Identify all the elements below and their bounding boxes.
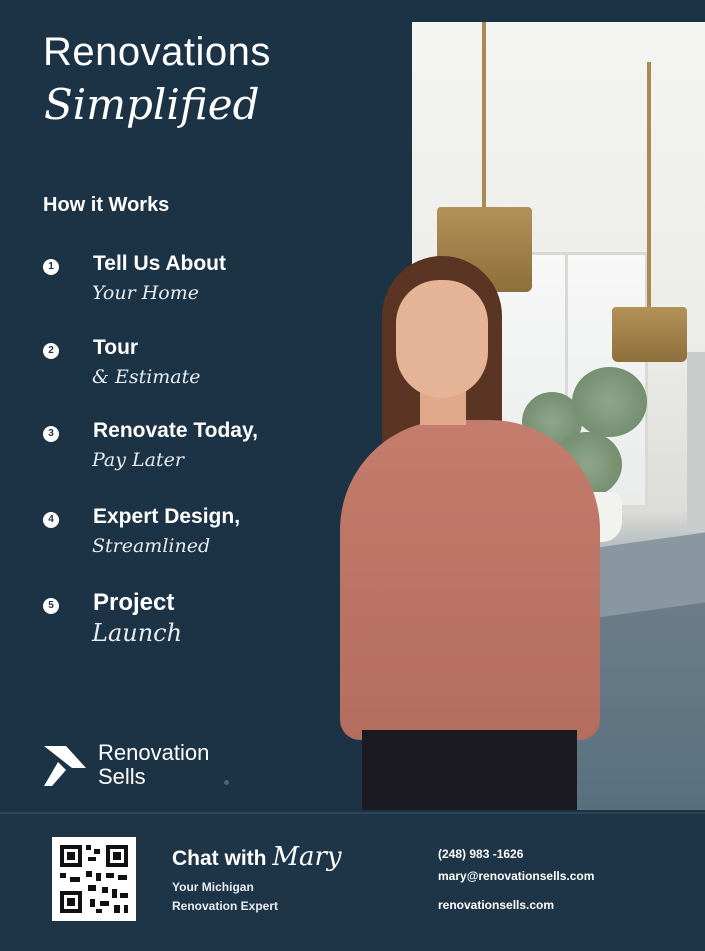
person-sweater xyxy=(340,420,600,740)
flyer-page: Renovations Simplified How it Works 1 Te… xyxy=(0,0,705,951)
step-title: Expert Design, xyxy=(93,505,241,528)
step-subtitle: Your Home xyxy=(92,282,199,304)
step-subtitle: Streamlined xyxy=(92,535,211,557)
step-title: Renovate Today, xyxy=(93,419,258,442)
renovation-sells-logo-icon xyxy=(44,746,86,786)
website-link[interactable]: renovationsells.com xyxy=(438,898,554,912)
brand-name: Renovation Sells xyxy=(98,741,209,789)
person-face xyxy=(396,280,488,398)
step-number: 5 xyxy=(43,598,59,614)
brand-line1: Renovation xyxy=(98,740,210,765)
step-subtitle: & Estimate xyxy=(92,366,201,388)
plant-leaves xyxy=(572,367,647,437)
agent-name: Mary xyxy=(272,842,342,872)
email-link[interactable]: mary@renovationsells.com xyxy=(438,869,594,883)
chat-prefix: Chat with xyxy=(172,847,267,870)
pendant-lamp-right xyxy=(612,307,687,362)
step-number: 4 xyxy=(43,512,59,528)
step-title: Tour xyxy=(93,336,139,359)
how-it-works-label: How it Works xyxy=(43,194,170,216)
brand-line2: Sells xyxy=(98,764,146,789)
role-line1: Your Michigan xyxy=(172,880,254,894)
chat-heading: Chat with Mary xyxy=(172,842,342,872)
step-subtitle: Pay Later xyxy=(92,449,184,471)
role-line2: Renovation Expert xyxy=(172,899,279,913)
step-number: 2 xyxy=(43,343,59,359)
phone-number[interactable]: (248) 983 -1626 xyxy=(438,847,523,861)
headline: Renovations xyxy=(43,30,271,74)
step-number: 3 xyxy=(43,426,59,442)
person-pants xyxy=(362,730,577,810)
step-title: Project xyxy=(93,589,175,616)
qr-code[interactable] xyxy=(52,837,136,921)
pendant-rod-right xyxy=(647,62,651,312)
step-subtitle: Launch xyxy=(92,619,183,647)
step-title: Tell Us About xyxy=(93,252,226,275)
decorative-dot xyxy=(224,780,229,785)
pendant-rod-left xyxy=(482,22,486,212)
qr-code-icon xyxy=(52,837,136,921)
cabinet xyxy=(687,352,705,532)
footer: Chat with Mary Your Michigan Renovation … xyxy=(0,812,705,951)
step-number: 1 xyxy=(43,259,59,275)
headline-script: Simplified xyxy=(44,80,260,129)
